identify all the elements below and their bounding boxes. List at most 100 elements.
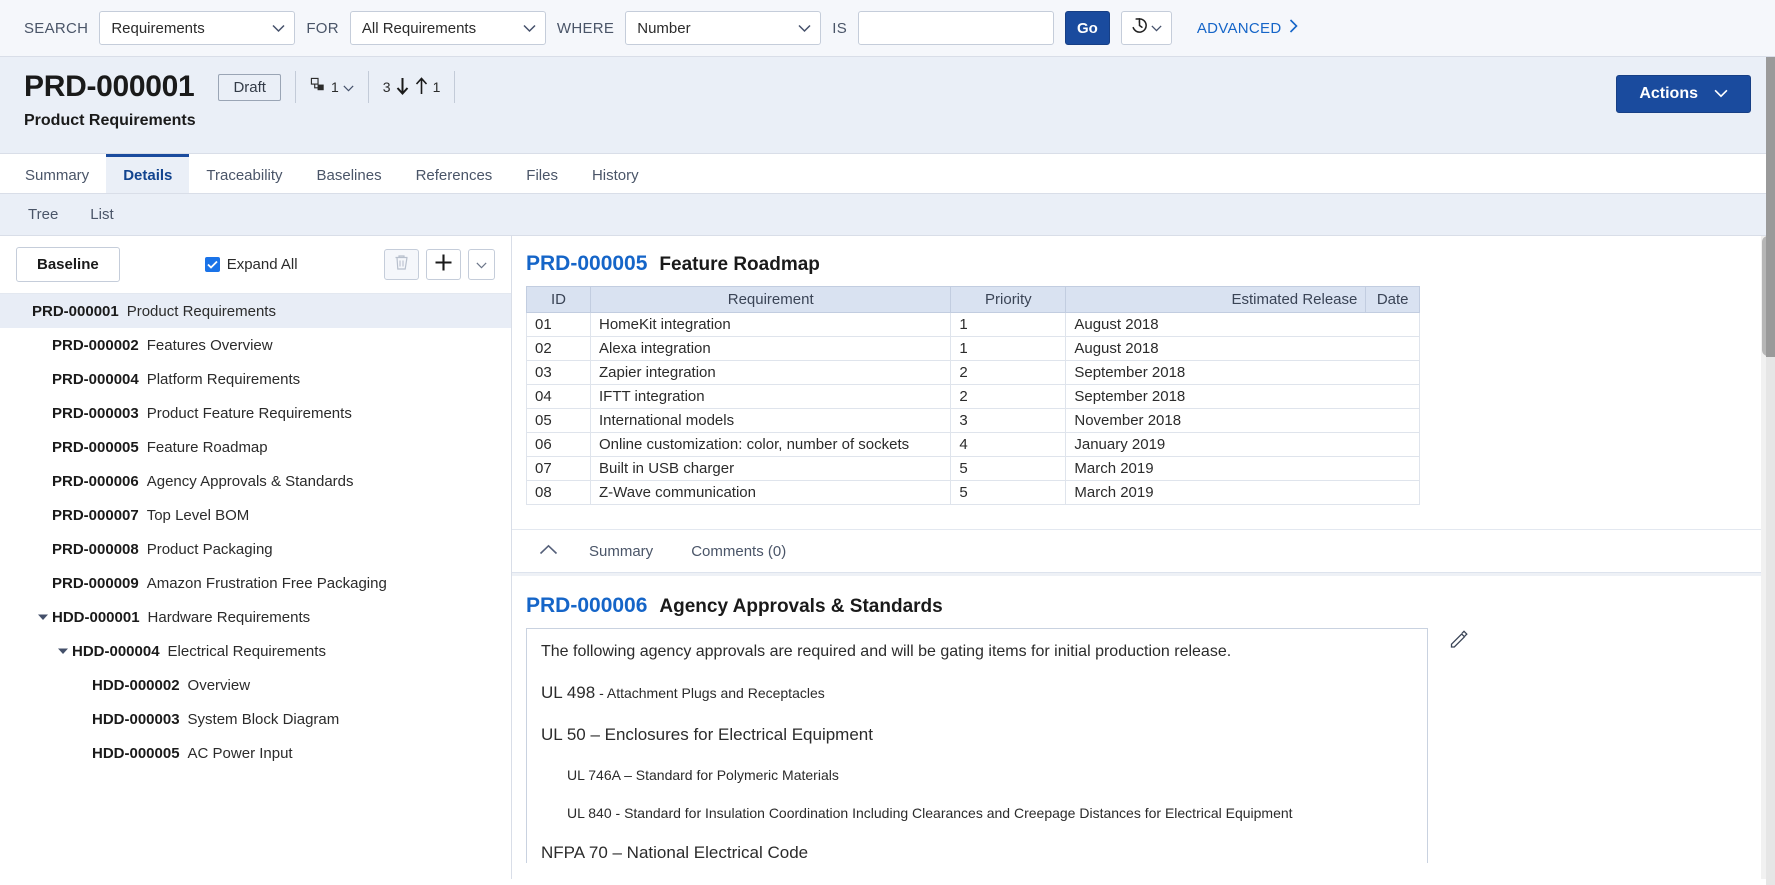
subtab-list[interactable]: List (74, 206, 129, 223)
variant-count-chip[interactable]: 1 (310, 77, 354, 97)
search-filter-select[interactable]: All Requirements (350, 11, 546, 45)
tree-item-label: Product Requirements (127, 303, 276, 320)
table-row[interactable]: 01HomeKit integration1August 2018 (527, 313, 1420, 337)
page-scrollbar-thumb[interactable] (1766, 57, 1775, 357)
tree-item-hdd-000004[interactable]: HDD-000004Electrical Requirements (0, 634, 511, 668)
approvals-body: The following agency approvals are requi… (526, 628, 1428, 863)
tab-summary[interactable]: Summary (8, 154, 106, 193)
tree-item-prd-000003[interactable]: PRD-000003 Product Feature Requirements (0, 396, 511, 430)
roadmap-cell-id: 08 (527, 481, 591, 505)
tree-item-hdd-000003[interactable]: HDD-000003System Block Diagram (0, 702, 511, 736)
subtab-tree[interactable]: Tree (12, 206, 74, 223)
edit-approvals-button[interactable] (1449, 629, 1469, 654)
is-label: IS (832, 20, 847, 37)
tree-item-hdd-000005[interactable]: HDD-000005AC Power Input (0, 736, 511, 770)
collapse-toggle[interactable] (526, 542, 570, 560)
table-row[interactable]: 08Z-Wave communication5March 2019 (527, 481, 1420, 505)
tree-item-label: Product Feature Requirements (147, 405, 352, 422)
tree-item-label: Feature Roadmap (147, 439, 268, 456)
tree-item-prd-000004[interactable]: PRD-000004Platform Requirements (0, 362, 511, 396)
tab-references[interactable]: References (399, 154, 510, 193)
roadmap-cell-priority: 2 (951, 361, 1066, 385)
detail-panel: PRD-000005 Feature Roadmap ID Requiremen… (512, 236, 1775, 879)
tree-item-prd-000001[interactable]: PRD-000001Product Requirements (0, 294, 511, 328)
tree-item-prd-000009[interactable]: PRD-000009Amazon Frustration Free Packag… (0, 566, 511, 600)
tree-item-id: PRD-000003 (52, 405, 139, 422)
tree-item-label: Features Overview (147, 337, 273, 354)
checkbox-checked-icon (205, 257, 220, 272)
tree-toolbar: Baseline Expand All (0, 236, 511, 294)
tree-item-hdd-000001[interactable]: HDD-000001Hardware Requirements (0, 600, 511, 634)
divider (295, 71, 296, 103)
upstream-count-value: 1 (433, 79, 441, 95)
tree-item-prd-000005[interactable]: PRD-000005Feature Roadmap (0, 430, 511, 464)
baseline-button[interactable]: Baseline (16, 247, 120, 282)
relationship-counts[interactable]: 3 1 (383, 76, 441, 99)
table-row[interactable]: 05International models3November 2018 (527, 409, 1420, 433)
tree-item-prd-000006[interactable]: PRD-000006Agency Approvals & Standards (0, 464, 511, 498)
divider (368, 71, 369, 103)
tree-item-prd-000008[interactable]: PRD-000008Product Packaging (0, 532, 511, 566)
search-go-button[interactable]: Go (1065, 11, 1110, 45)
roadmap-cell-requirement: Alexa integration (591, 337, 951, 361)
search-field-select[interactable]: Number (625, 11, 821, 45)
approval-code: UL 498 (541, 683, 595, 702)
tree-item-label: Top Level BOM (147, 507, 250, 524)
approval-item: NFPA 70 – National Electrical Code (541, 843, 1413, 863)
roadmap-id-link[interactable]: PRD-000005 (526, 252, 647, 276)
tab-history[interactable]: History (575, 154, 656, 193)
actions-button[interactable]: Actions (1616, 75, 1751, 113)
tree-item-prd-000002[interactable]: PRD-000002Features Overview (0, 328, 511, 362)
roadmap-cell-priority: 5 (951, 457, 1066, 481)
search-filter-value: All Requirements (362, 20, 476, 37)
search-input[interactable] (858, 11, 1054, 45)
tab-baselines[interactable]: Baselines (300, 154, 399, 193)
tree-item-id: PRD-000009 (52, 575, 139, 592)
roadmap-cell-release: August 2018 (1066, 337, 1420, 361)
roadmap-cell-id: 04 (527, 385, 591, 409)
roadmap-cell-requirement: International models (591, 409, 951, 433)
tree-item-hdd-000002[interactable]: HDD-000002Overview (0, 668, 511, 702)
search-label: SEARCH (24, 20, 88, 37)
roadmap-cell-priority: 1 (951, 313, 1066, 337)
status-badge[interactable]: Draft (218, 74, 281, 101)
tree-item-prd-000007[interactable]: PRD-000007Top Level BOM (0, 498, 511, 532)
chevron-down-icon[interactable] (54, 647, 72, 655)
approval-code: UL 50 (541, 725, 586, 744)
roadmap-comments-link[interactable]: Comments (0) (672, 543, 805, 560)
table-row[interactable]: 06Online customization: color, number of… (527, 433, 1420, 457)
add-button[interactable] (426, 249, 461, 280)
chevron-down-icon[interactable] (34, 613, 52, 621)
expand-all-checkbox[interactable]: Expand All (205, 256, 298, 273)
tree-item-label: System Block Diagram (188, 711, 340, 728)
tree-item-label: Platform Requirements (147, 371, 300, 388)
column-header-priority: Priority (951, 287, 1066, 313)
tree-item-label: Overview (188, 677, 251, 694)
advanced-search-link[interactable]: ADVANCED (1197, 19, 1298, 37)
divider (454, 71, 455, 103)
page-scrollbar[interactable] (1766, 57, 1775, 885)
table-header-row: ID Requirement Priority Estimated Releas… (527, 287, 1420, 313)
search-history-button[interactable] (1121, 11, 1172, 45)
table-row[interactable]: 04IFTT integration2September 2018 (527, 385, 1420, 409)
add-menu-button[interactable] (468, 249, 495, 280)
tab-files[interactable]: Files (509, 154, 575, 193)
tab-details[interactable]: Details (106, 154, 189, 193)
approvals-card-header: PRD-000006 Agency Approvals & Standards (516, 594, 1775, 628)
tab-traceability[interactable]: Traceability (189, 154, 299, 193)
roadmap-card-footer: Summary Comments (0) (512, 530, 1775, 573)
approval-code: NFPA 70 (541, 843, 608, 862)
roadmap-cell-id: 03 (527, 361, 591, 385)
roadmap-summary-link[interactable]: Summary (570, 543, 672, 560)
table-row[interactable]: 02Alexa integration1August 2018 (527, 337, 1420, 361)
approvals-card: PRD-000006 Agency Approvals & Standards … (512, 573, 1775, 863)
chevron-down-icon (1151, 19, 1162, 37)
search-scope-select[interactable]: Requirements (99, 11, 295, 45)
delete-button[interactable] (384, 249, 419, 280)
table-row[interactable]: 07Built in USB charger5March 2019 (527, 457, 1420, 481)
expand-all-label: Expand All (227, 256, 298, 273)
tree-item-label: AC Power Input (188, 745, 293, 762)
chevron-down-icon (798, 20, 811, 37)
approvals-id-link[interactable]: PRD-000006 (526, 594, 647, 618)
table-row[interactable]: 03Zapier integration2September 2018 (527, 361, 1420, 385)
